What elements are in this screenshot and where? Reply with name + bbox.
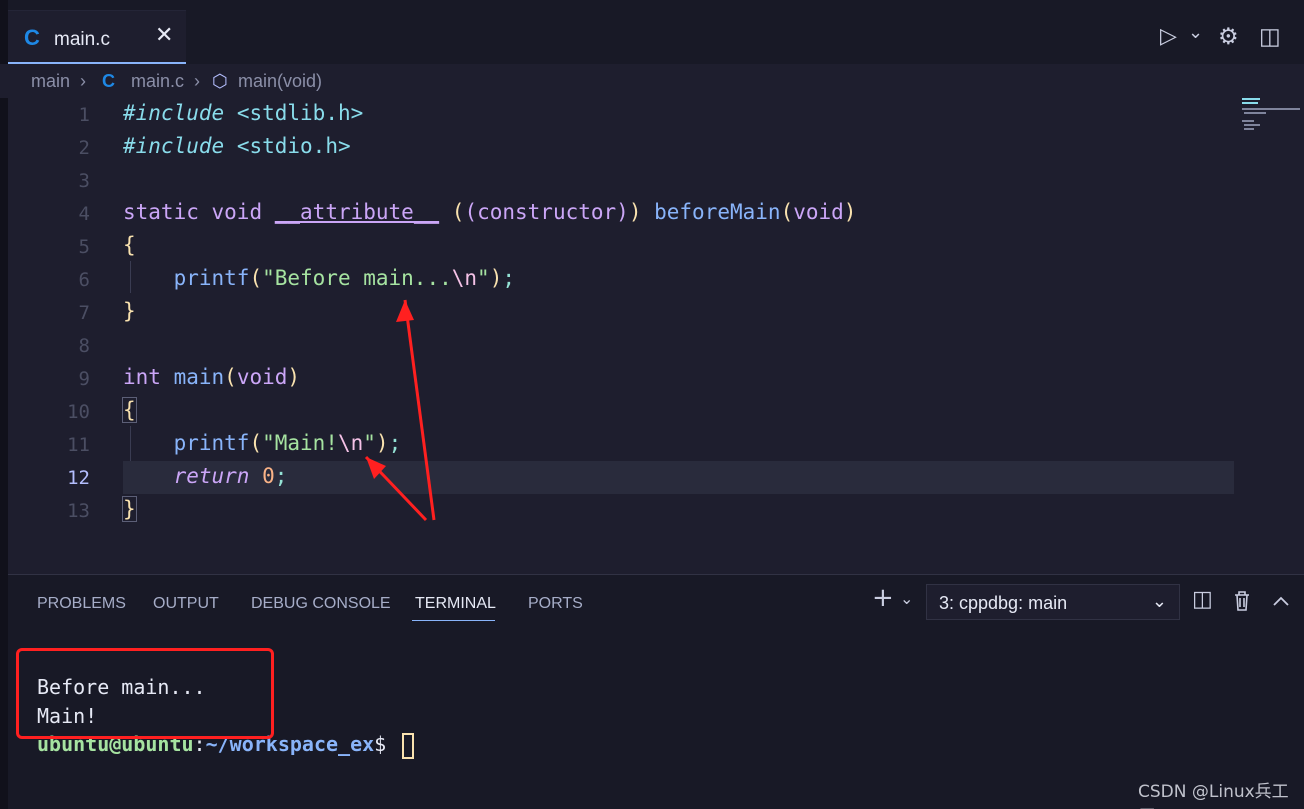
code-line: 4 static void __attribute__ ((constructo… xyxy=(8,197,1248,230)
code-line: 10 { xyxy=(8,395,1248,428)
code-line: 7 } xyxy=(8,296,1248,329)
gear-icon[interactable]: ⚙ xyxy=(1218,24,1239,50)
line-number: 13 xyxy=(67,500,90,522)
code-line: 9 int main(void) xyxy=(8,362,1248,395)
code-text: #include <stdlib.h> xyxy=(123,101,364,125)
terminal-select-value: 3: cppdbg: main xyxy=(939,593,1068,613)
line-number: 4 xyxy=(78,203,90,225)
split-editor-icon[interactable]: ◫ xyxy=(1259,24,1281,50)
line-number: 6 xyxy=(78,269,90,291)
line-number: 9 xyxy=(78,368,90,390)
line-number: 7 xyxy=(78,302,90,324)
line-number: 10 xyxy=(67,401,90,423)
tab-terminal[interactable]: TERMINAL xyxy=(415,595,496,613)
active-panel-tab-indicator xyxy=(412,620,495,621)
line-number: 12 xyxy=(67,467,90,489)
code-text: { xyxy=(123,233,136,257)
tab-label: main.c xyxy=(54,29,110,50)
line-number: 3 xyxy=(78,170,90,192)
trash-icon[interactable] xyxy=(1233,590,1251,612)
prompt-symbol: $ xyxy=(374,732,387,756)
chevron-down-icon: ⌄ xyxy=(1151,591,1167,611)
terminal-select[interactable]: 3: cppdbg: main ⌄ xyxy=(926,584,1180,620)
code-line: 6 printf("Before main...\n"); xyxy=(8,263,1248,296)
minimap[interactable] xyxy=(1240,96,1304,136)
split-terminal-icon[interactable]: ◫ xyxy=(1192,587,1213,612)
code-text: { xyxy=(122,397,137,423)
close-icon[interactable]: ✕ xyxy=(155,23,173,48)
tab-main-c[interactable]: C main.c ✕ xyxy=(8,10,186,64)
watermark: CSDN @Linux兵工厂 xyxy=(1138,782,1289,809)
code-line: 3 xyxy=(8,164,1248,197)
code-line: 11 printf("Main!\n"); xyxy=(8,428,1248,461)
line-number: 11 xyxy=(67,434,90,456)
annotation-highlight-box xyxy=(16,648,274,739)
code-text: printf("Before main...\n"); xyxy=(173,266,516,290)
line-number: 1 xyxy=(78,104,90,126)
line-number: 5 xyxy=(78,236,90,258)
add-terminal-icon[interactable]: + xyxy=(872,583,894,613)
code-line: 5 { xyxy=(8,230,1248,263)
chevron-down-icon[interactable]: ⌄ xyxy=(900,589,913,608)
tab-bar xyxy=(0,0,1304,64)
line-number: 2 xyxy=(78,137,90,159)
code-line: 1 #include <stdlib.h> xyxy=(8,98,1248,131)
symbol-method-icon: ⬡ xyxy=(212,71,228,91)
line-number: 8 xyxy=(78,335,90,357)
code-line: 13 } xyxy=(8,494,1248,527)
code-text: static void __attribute__ ((constructor)… xyxy=(123,200,857,224)
terminal-cursor xyxy=(402,732,415,759)
code-line: 12 return 0; xyxy=(8,461,1248,494)
tab-ports[interactable]: PORTS xyxy=(528,595,583,613)
breadcrumb-folder[interactable]: main xyxy=(31,71,70,92)
c-file-icon: C xyxy=(102,71,115,91)
chevron-up-icon[interactable] xyxy=(1272,595,1290,607)
code-editor[interactable]: 1 #include <stdlib.h> 2 #include <stdio.… xyxy=(8,98,1304,574)
breadcrumb-symbol[interactable]: main(void) xyxy=(238,71,322,92)
tab-problems[interactable]: PROBLEMS xyxy=(37,595,126,613)
breadcrumb-separator: › xyxy=(80,71,86,91)
code-text: #include <stdio.h> xyxy=(123,134,351,158)
run-icon[interactable]: ▷ xyxy=(1160,24,1177,49)
code-text: return 0; xyxy=(173,464,288,488)
tab-debug-console[interactable]: DEBUG CONSOLE xyxy=(251,595,391,613)
breadcrumb: main › C main.c › ⬡ main(void) xyxy=(0,64,1304,98)
code-text: } xyxy=(123,299,136,323)
code-text: int main(void) xyxy=(123,365,301,389)
code-text: printf("Main!\n"); xyxy=(173,431,402,455)
breadcrumb-separator: › xyxy=(194,71,200,91)
code-line: 2 #include <stdio.h> xyxy=(8,131,1248,164)
chevron-down-icon[interactable]: ⌄ xyxy=(1188,22,1203,43)
code-line: 8 xyxy=(8,329,1248,362)
c-language-icon: C xyxy=(24,25,40,50)
window-edge xyxy=(0,0,8,809)
code-text: } xyxy=(122,496,137,522)
tab-output[interactable]: OUTPUT xyxy=(153,595,219,613)
breadcrumb-file[interactable]: main.c xyxy=(131,71,184,92)
